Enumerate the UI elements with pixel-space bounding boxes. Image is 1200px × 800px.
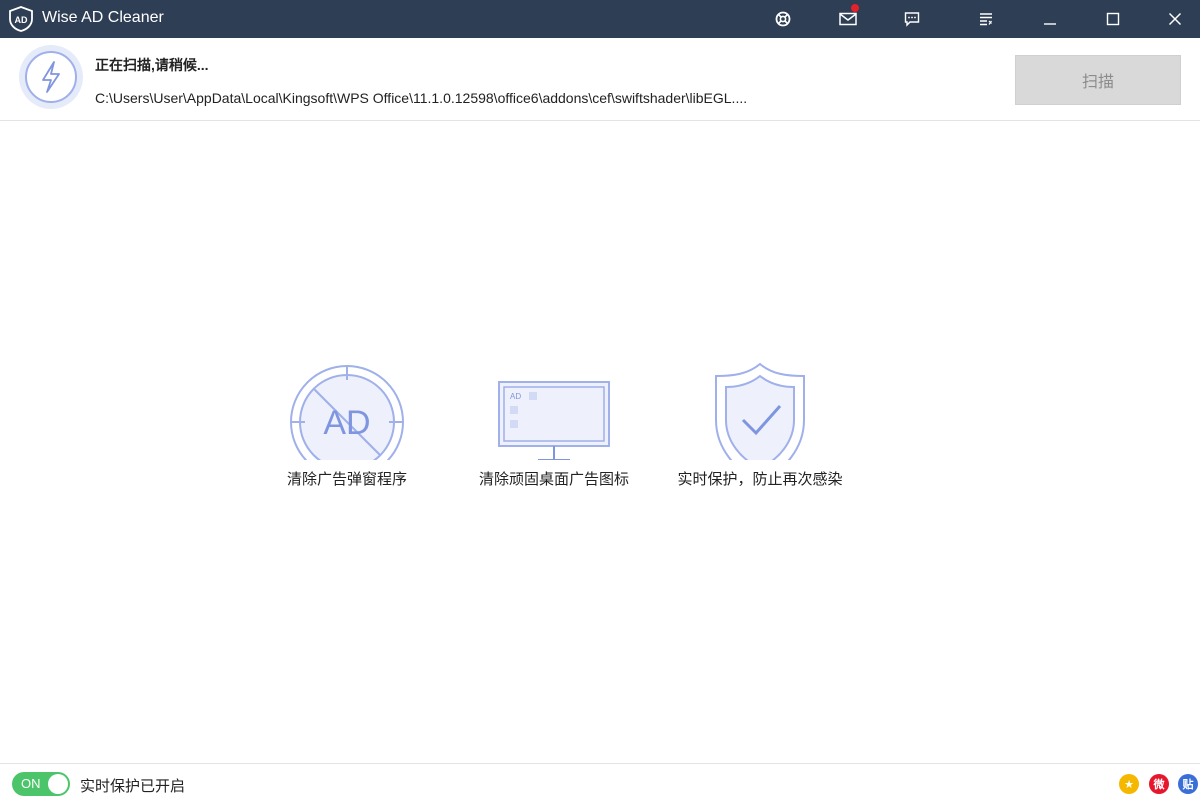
scan-current-path: C:\Users\User\AppData\Local\Kingsoft\WPS… (95, 90, 748, 106)
main-menu-button[interactable] (964, 0, 1008, 38)
feature-realtime-protection: 实时保护，防止再次感染 (660, 340, 860, 489)
desktop-ad-text: AD (510, 392, 521, 401)
maximize-button[interactable] (1091, 0, 1135, 38)
scan-button[interactable]: 扫描 (1015, 55, 1181, 105)
window-title: Wise AD Cleaner (42, 9, 164, 26)
shield-check-icon (715, 362, 805, 460)
tieba-glyph: 贴 (1182, 778, 1194, 791)
feature-label-desktop: 清除顽固桌面广告图标 (478, 471, 629, 488)
feature-desktop-cleaner: AD 清除顽固桌面广告图标 (454, 340, 654, 489)
title-bar[interactable]: AD Wise AD Cleaner (0, 0, 1200, 38)
menu-icon (980, 13, 992, 26)
close-button[interactable] (1153, 0, 1197, 38)
lifebuoy-icon (775, 11, 791, 27)
scan-status-title: 正在扫描,请稍候... (95, 57, 209, 73)
feature-label-popup: 清除广告弹窗程序 (286, 471, 407, 488)
feature-label-protection: 实时保护，防止再次感染 (677, 471, 843, 488)
feedback-button[interactable] (890, 0, 934, 38)
app-logo-icon: AD (9, 6, 33, 32)
toggle-knob (48, 774, 68, 794)
weibo-glyph: 微 (1153, 778, 1165, 791)
ad-block-icon: AD (290, 365, 404, 460)
lightning-icon (19, 45, 83, 109)
app-logo-text: AD (15, 15, 28, 25)
star-glyph: ★ (1124, 777, 1134, 791)
chat-icon (904, 12, 920, 27)
desktop-ad-icon: AD (498, 381, 610, 460)
scan-status-panel: 正在扫描,请稍候... C:\Users\User\AppData\Local\… (0, 38, 1200, 121)
close-icon (1168, 12, 1182, 26)
status-bar: ON 实时保护已开启 ★ 微 贴 (0, 763, 1200, 800)
minimize-button[interactable] (1028, 0, 1072, 38)
mail-icon (839, 12, 857, 26)
feature-popup-cleaner: AD 清除广告弹窗程序 (247, 340, 447, 489)
maximize-icon (1106, 12, 1120, 26)
realtime-protection-toggle[interactable]: ON (12, 772, 70, 796)
app-window: AD Wise AD Cleaner 正在扫描,请稍候... C:\Users\… (0, 0, 1200, 800)
weibo-icon[interactable]: 微 (1149, 774, 1169, 794)
notification-dot (851, 4, 859, 12)
minimize-icon (1044, 23, 1056, 25)
toggle-label: ON (21, 776, 41, 791)
mail-button[interactable] (826, 0, 870, 38)
star-icon[interactable]: ★ (1119, 774, 1139, 794)
help-button[interactable] (761, 0, 805, 38)
tieba-icon[interactable]: 贴 (1178, 774, 1198, 794)
protection-status-text: 实时保护已开启 (80, 778, 186, 795)
feature-list: AD 清除广告弹窗程序 AD 清除顽固桌面广告图标 实时保护，防止再次感染 (0, 340, 1200, 540)
ad-text: AD (323, 404, 370, 442)
